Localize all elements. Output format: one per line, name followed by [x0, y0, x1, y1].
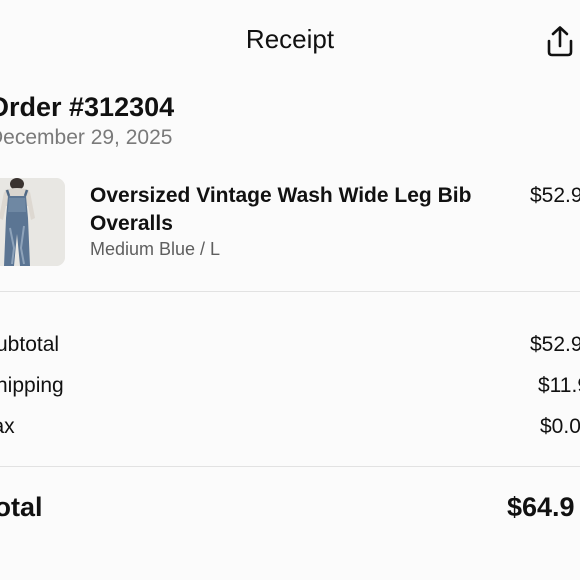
tax-value: $0.0	[540, 415, 580, 438]
total-value: $64.9	[507, 492, 575, 522]
shipping-label: Shipping	[0, 374, 64, 397]
divider	[0, 466, 580, 467]
page-title: Receipt	[245, 24, 335, 54]
share-button[interactable]	[542, 24, 578, 60]
receipt-screen: Receipt Order #312304 December 29, 2025	[0, 0, 580, 580]
product-price: $52.9	[530, 184, 580, 207]
subtotal-value: $52.9	[530, 333, 580, 356]
order-number: Order #312304	[0, 92, 175, 122]
product-variant: Medium Blue / L	[90, 239, 221, 259]
order-date: December 29, 2025	[0, 126, 173, 149]
product-thumbnail[interactable]	[0, 178, 65, 266]
shipping-value: $11.9	[538, 374, 580, 397]
total-label: Total	[0, 492, 43, 522]
tax-label: Tax	[0, 415, 15, 438]
product-name[interactable]: Oversized Vintage Wash Wide Leg Bib Over…	[90, 182, 490, 238]
overalls-photo	[0, 178, 65, 266]
subtotal-label: Subtotal	[0, 333, 60, 356]
share-icon	[542, 24, 578, 60]
divider	[0, 291, 580, 292]
